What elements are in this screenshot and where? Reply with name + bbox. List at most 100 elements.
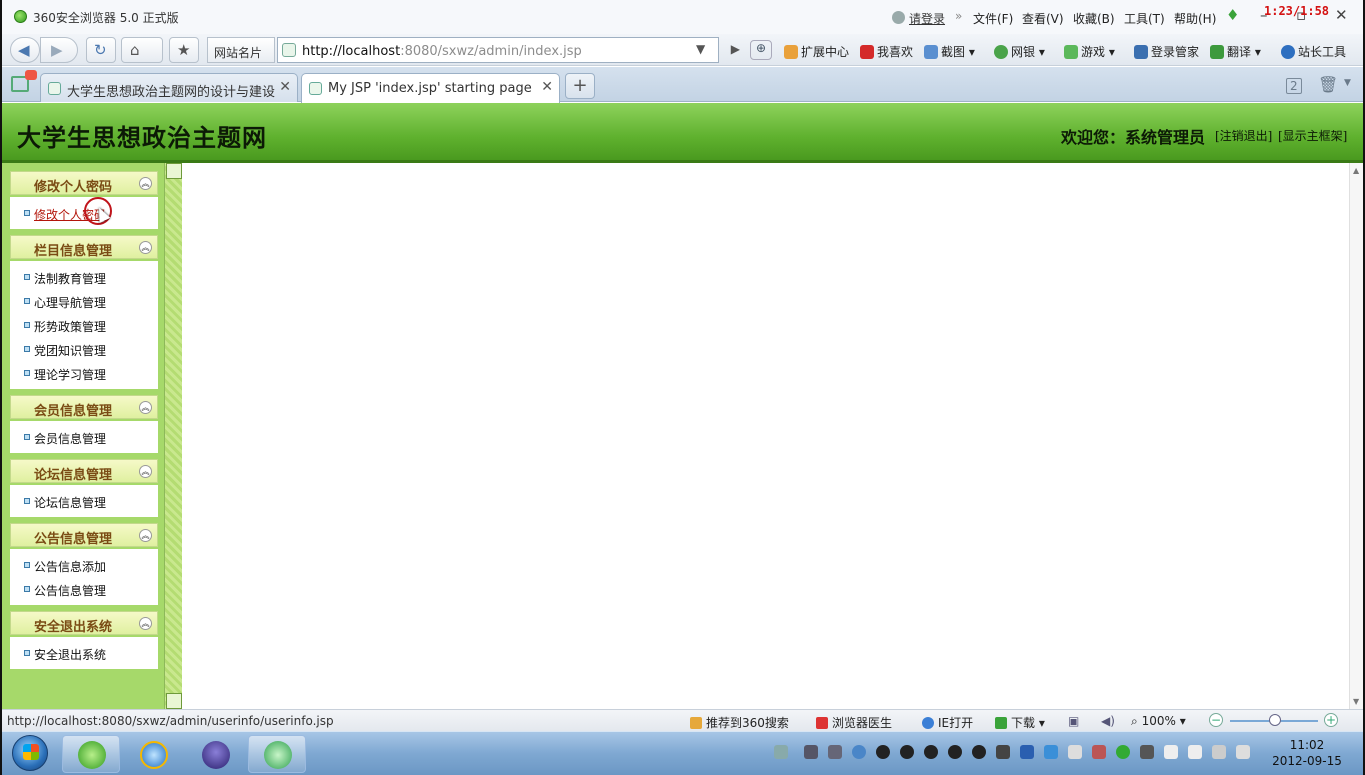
- splitter-cap-bottom[interactable]: [166, 693, 182, 709]
- sidebar-item-law-education[interactable]: 法制教育管理: [10, 267, 158, 287]
- ebank-button[interactable]: 网银 ▾: [994, 43, 1045, 60]
- tab-count-icon[interactable]: 2: [1286, 78, 1302, 94]
- back-button[interactable]: ◀: [10, 37, 40, 63]
- sidebar-item-party-knowledge[interactable]: 党团知识管理: [10, 339, 158, 359]
- zoom-button[interactable]: ⌕ 100% ▾: [1131, 714, 1186, 729]
- flag-icon[interactable]: [1164, 745, 1178, 759]
- sidebar-item-manage-notices[interactable]: 公告信息管理: [10, 579, 158, 599]
- chevron-down-icon[interactable]: ▼: [696, 42, 705, 56]
- tray-icon-2[interactable]: [828, 745, 842, 759]
- panel-header-password[interactable]: 修改个人密码 ︽: [10, 171, 158, 195]
- open-in-ie-button[interactable]: IE打开: [922, 714, 973, 731]
- taskbar-eclipse[interactable]: [186, 735, 244, 773]
- logout-link[interactable]: [注销退出]: [1215, 127, 1272, 144]
- collapse-icon[interactable]: ︽: [139, 465, 152, 478]
- sidebar-item-add-notice[interactable]: 公告信息添加: [10, 555, 158, 575]
- qq-icon[interactable]: [924, 745, 938, 759]
- webmaster-tools-button[interactable]: 站长工具: [1281, 43, 1346, 60]
- qq-icon[interactable]: [972, 745, 986, 759]
- vertical-scrollbar[interactable]: ▲ ▼: [1349, 163, 1363, 709]
- chevron-down-icon[interactable]: ▼: [1344, 78, 1351, 88]
- menu-view[interactable]: 查看(V): [1022, 10, 1064, 27]
- network-icon[interactable]: [1212, 745, 1226, 759]
- extensions-button[interactable]: 扩展中心: [784, 43, 849, 60]
- menu-favorites[interactable]: 收藏(B): [1073, 10, 1115, 27]
- speaker-icon[interactable]: ◀): [1101, 714, 1115, 728]
- sidebar-item-policy[interactable]: 形势政策管理: [10, 315, 158, 335]
- panel-header-notices[interactable]: 公告信息管理 ︽: [10, 523, 158, 547]
- volume-icon[interactable]: [1236, 745, 1250, 759]
- zoom-in-button[interactable]: +: [1324, 713, 1338, 727]
- tray-icon-3[interactable]: [852, 745, 866, 759]
- keyboard-icon[interactable]: [774, 745, 788, 759]
- taskbar-clock[interactable]: 11:02 2012-09-15: [1267, 737, 1347, 769]
- sidebar-item-members[interactable]: 会员信息管理: [10, 427, 158, 447]
- show-main-frame-link[interactable]: [显示主框架]: [1278, 127, 1347, 144]
- tray-icon-7[interactable]: [1092, 745, 1106, 759]
- tray-icon-5[interactable]: [1020, 745, 1034, 759]
- login-link[interactable]: 请登录: [909, 10, 945, 27]
- collapse-icon[interactable]: ︽: [139, 401, 152, 414]
- sidebar-item-safe-logout[interactable]: 安全退出系统: [10, 643, 158, 663]
- tray-icon-8[interactable]: [1116, 745, 1130, 759]
- favorite-button[interactable]: ★: [169, 37, 199, 63]
- sites-card-dropdown[interactable]: 网站名片: [207, 37, 275, 63]
- collapse-icon[interactable]: ︽: [139, 241, 152, 254]
- like-button[interactable]: 我喜欢: [860, 43, 913, 60]
- sidebar-item-psychology[interactable]: 心理导航管理: [10, 291, 158, 311]
- translate-button[interactable]: 翻译 ▾: [1210, 43, 1261, 60]
- home-button[interactable]: ⌂: [121, 37, 163, 63]
- taskbar-360-browser[interactable]: [62, 735, 120, 773]
- download-button[interactable]: 下载 ▾: [995, 714, 1045, 731]
- shield-icon[interactable]: [1044, 745, 1058, 759]
- tray-icon-1[interactable]: [804, 745, 818, 759]
- browser-doctor-button[interactable]: 浏览器医生: [816, 714, 892, 731]
- menu-tools[interactable]: 工具(T): [1124, 10, 1165, 27]
- qq-icon[interactable]: [876, 745, 890, 759]
- taskbar-app[interactable]: [248, 735, 306, 773]
- frame-splitter[interactable]: [164, 163, 182, 709]
- menu-help[interactable]: 帮助(H): [1174, 10, 1216, 27]
- shield-icon[interactable]: ⊕: [750, 40, 772, 60]
- sidebar-item-forum[interactable]: 论坛信息管理: [10, 491, 158, 511]
- panel-header-logout[interactable]: 安全退出系统 ︽: [10, 611, 158, 635]
- forward-button[interactable]: ▶: [40, 37, 78, 63]
- tab-close-icon[interactable]: ✕: [279, 79, 291, 95]
- zoom-out-button[interactable]: −: [1209, 713, 1223, 727]
- menu-file[interactable]: 文件(F): [973, 10, 1013, 27]
- reload-button[interactable]: ↻: [86, 37, 116, 63]
- action-center-icon[interactable]: [1188, 745, 1202, 759]
- tray-icon-6[interactable]: [1068, 745, 1082, 759]
- url-text[interactable]: http://localhost:8080/sxwz/admin/index.j…: [302, 44, 582, 59]
- taskbar-ie[interactable]: [124, 735, 182, 773]
- collapse-icon[interactable]: ︽: [139, 617, 152, 630]
- collapse-icon[interactable]: ︽: [139, 177, 152, 190]
- collapse-icon[interactable]: ︽: [139, 529, 152, 542]
- panel-header-members[interactable]: 会员信息管理 ︽: [10, 395, 158, 419]
- tray-icon-4[interactable]: [996, 745, 1010, 759]
- qq-icon[interactable]: [900, 745, 914, 759]
- login-manager-button[interactable]: 登录管家: [1134, 43, 1199, 60]
- tab-design-doc[interactable]: 大学生思想政治主题网的设计与建设 ✕: [40, 73, 298, 102]
- panel-header-columns[interactable]: 栏目信息管理 ︽: [10, 235, 158, 259]
- panel-header-forum[interactable]: 论坛信息管理 ︽: [10, 459, 158, 483]
- skin-shirt-icon[interactable]: ♦: [1226, 6, 1239, 24]
- trash-icon[interactable]: 🗑: [1318, 75, 1338, 94]
- start-button[interactable]: [12, 735, 48, 771]
- splitter-cap-top[interactable]: [166, 163, 182, 179]
- tab-close-icon[interactable]: ✕: [541, 79, 553, 95]
- screenshot-button[interactable]: 截图 ▾: [924, 43, 975, 60]
- tab-index-jsp[interactable]: My JSP 'index.jsp' starting page ✕: [301, 73, 560, 103]
- scroll-up-icon[interactable]: ▲: [1353, 166, 1359, 175]
- zoom-slider-knob[interactable]: [1269, 714, 1281, 726]
- window-icon[interactable]: ▣: [1068, 714, 1079, 728]
- tray-icon-9[interactable]: [1140, 745, 1154, 759]
- sidebar-item-theory-study[interactable]: 理论学习管理: [10, 363, 158, 383]
- recommend-360-button[interactable]: 推荐到360搜索: [690, 714, 789, 731]
- games-button[interactable]: 游戏 ▾: [1064, 43, 1115, 60]
- scroll-down-icon[interactable]: ▼: [1353, 697, 1359, 706]
- address-bar[interactable]: http://localhost:8080/sxwz/admin/index.j…: [277, 37, 740, 63]
- go-icon[interactable]: ▶: [731, 42, 740, 56]
- close-icon[interactable]: ✕: [1335, 6, 1348, 24]
- qq-icon[interactable]: [948, 745, 962, 759]
